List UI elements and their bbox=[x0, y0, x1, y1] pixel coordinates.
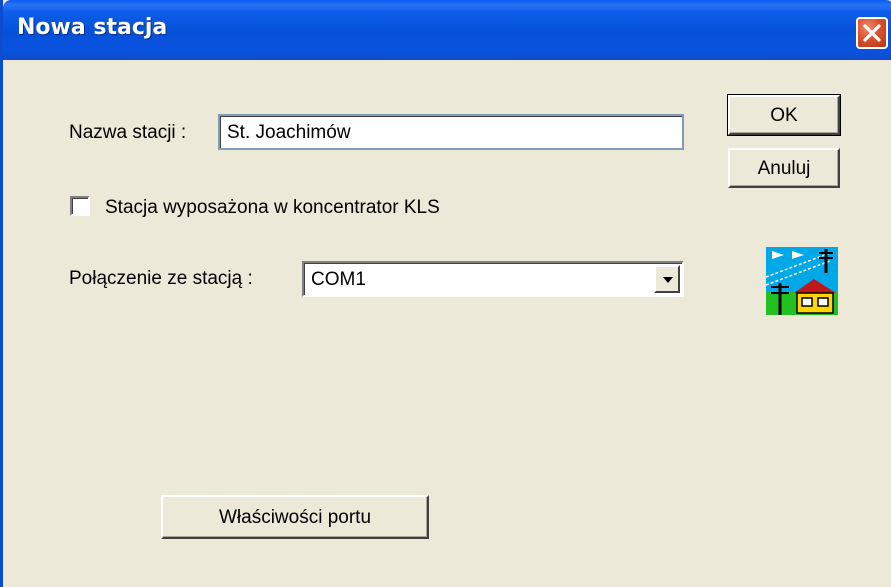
window-title: Nowa stacja bbox=[17, 15, 168, 40]
kls-checkbox[interactable] bbox=[70, 196, 90, 216]
dropdown-button[interactable] bbox=[654, 265, 680, 293]
station-name-input[interactable]: St. Joachimów bbox=[218, 114, 684, 150]
port-properties-button[interactable]: Właściwości portu bbox=[161, 495, 429, 539]
kls-checkbox-label[interactable]: Stacja wyposażona w koncentrator KLS bbox=[105, 197, 440, 219]
ok-button[interactable]: OK bbox=[727, 94, 841, 136]
station-icon bbox=[766, 247, 838, 315]
chevron-down-icon bbox=[663, 277, 673, 283]
close-button[interactable] bbox=[856, 17, 888, 49]
title-bar[interactable]: Nowa stacja bbox=[3, 0, 891, 60]
station-name-label: Nazwa stacji : bbox=[69, 122, 187, 143]
close-icon bbox=[863, 24, 881, 42]
connection-select[interactable]: COM1 bbox=[302, 261, 684, 297]
dialog-window: Nowa stacja Nazwa stacji : St. Joachimów… bbox=[0, 0, 891, 587]
cancel-button[interactable]: Anuluj bbox=[728, 148, 840, 188]
connection-label: Połączenie ze stacją : bbox=[69, 268, 253, 289]
connection-select-value: COM1 bbox=[311, 269, 366, 290]
